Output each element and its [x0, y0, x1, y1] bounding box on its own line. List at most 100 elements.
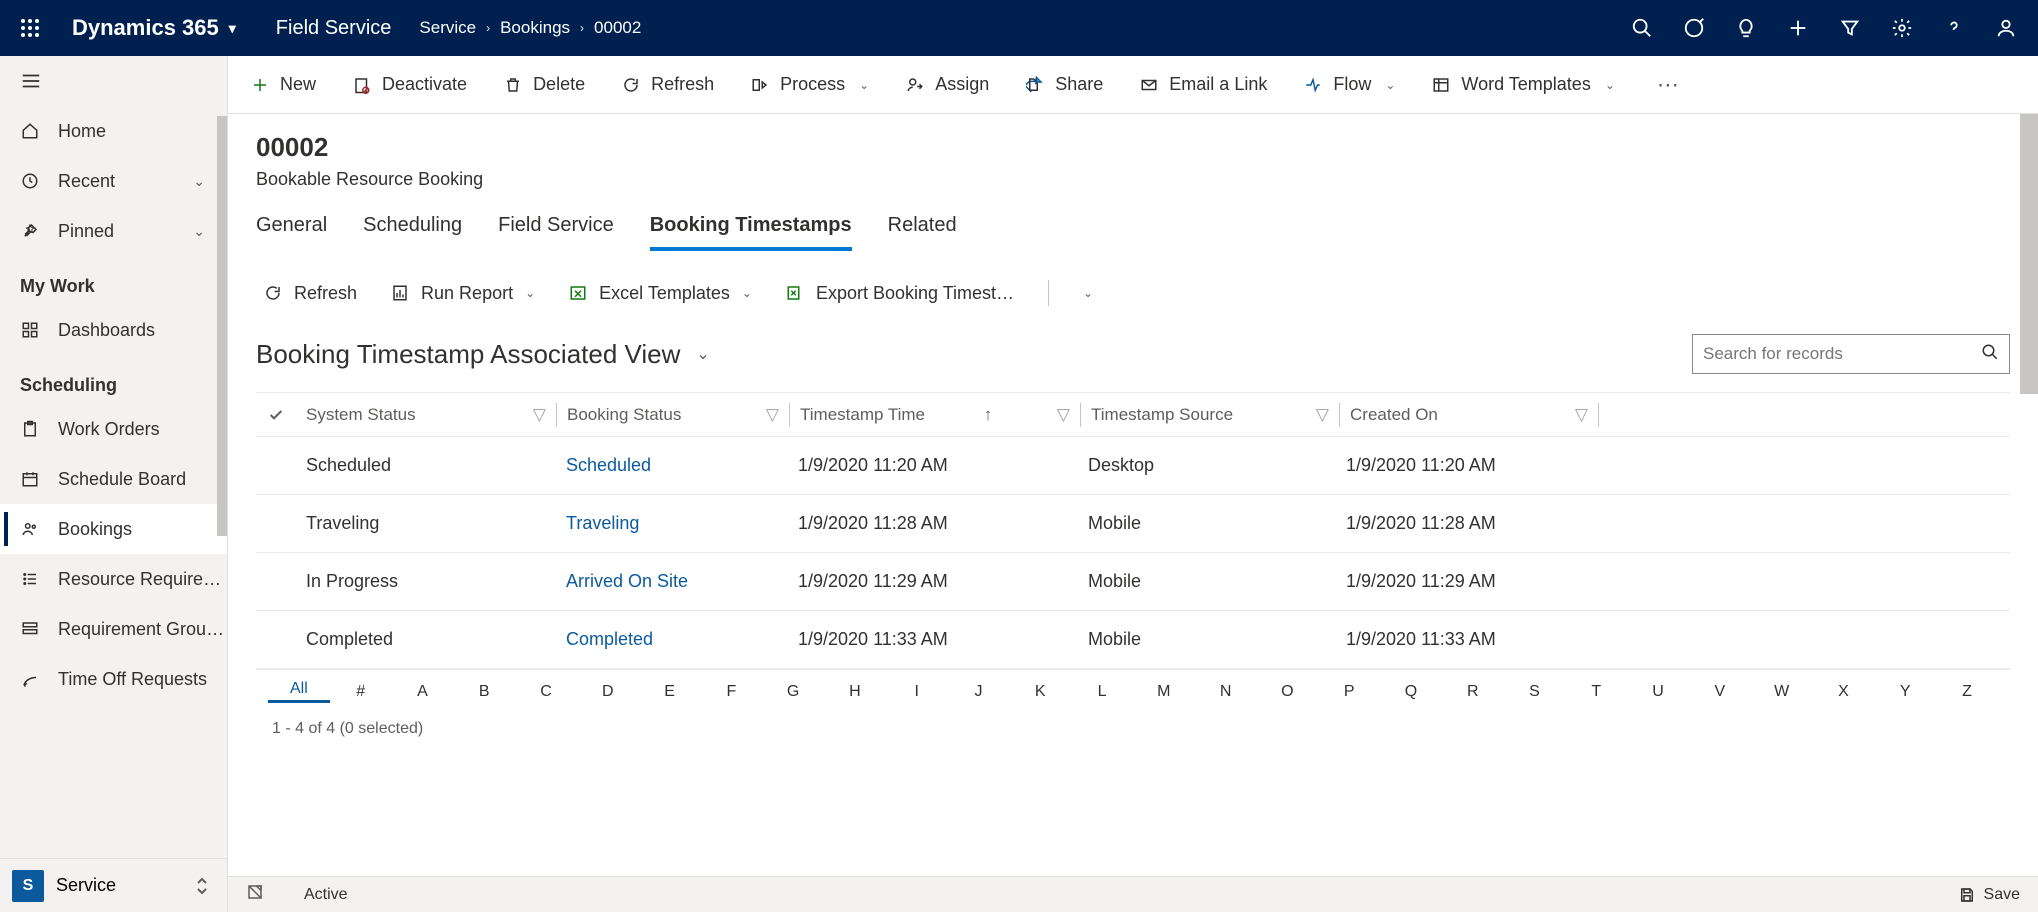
area-switcher-icon[interactable]: [195, 877, 209, 895]
sidebar-footer[interactable]: S Service: [0, 858, 227, 912]
sg-cmd-refresh[interactable]: Refresh: [264, 283, 357, 304]
table-row[interactable]: ScheduledScheduled1/9/2020 11:20 AMDeskt…: [256, 437, 2010, 495]
table-row[interactable]: In ProgressArrived On Site1/9/2020 11:29…: [256, 553, 2010, 611]
filter-icon[interactable]: [1838, 16, 1862, 40]
main-scrollbar[interactable]: [2020, 114, 2038, 394]
alpha-I[interactable]: I: [886, 683, 948, 701]
col-timestamp-time[interactable]: Timestamp Time↑▽: [790, 405, 1080, 425]
alpha-F[interactable]: F: [700, 683, 762, 701]
table-row[interactable]: TravelingTraveling1/9/2020 11:28 AMMobil…: [256, 495, 2010, 553]
help-icon[interactable]: [1942, 16, 1966, 40]
sg-cmd-export[interactable]: Export Booking Timest…: [786, 283, 1014, 304]
view-title[interactable]: Booking Timestamp Associated View ⌄: [256, 339, 710, 370]
alpha-P[interactable]: P: [1318, 683, 1380, 701]
cell-booking-status[interactable]: Traveling: [556, 513, 788, 534]
filter-icon[interactable]: ▽: [1575, 405, 1588, 425]
alpha-N[interactable]: N: [1195, 683, 1257, 701]
alpha-D[interactable]: D: [577, 683, 639, 701]
col-booking-status[interactable]: Booking Status▽: [557, 405, 789, 425]
sidebar-item-resourcereq[interactable]: Resource Require…: [0, 554, 227, 604]
col-timestamp-source[interactable]: Timestamp Source▽: [1081, 405, 1339, 425]
alpha-S[interactable]: S: [1504, 683, 1566, 701]
lightbulb-icon[interactable]: [1734, 16, 1758, 40]
sidebar-item-workorders[interactable]: Work Orders: [0, 404, 227, 454]
search-icon[interactable]: [1981, 343, 1999, 366]
alpha-H[interactable]: H: [824, 683, 886, 701]
sidebar-scrollbar[interactable]: [217, 116, 227, 536]
alpha-C[interactable]: C: [515, 683, 577, 701]
tab-related[interactable]: Related: [888, 214, 957, 251]
cmd-flow[interactable]: Flow⌄: [1303, 74, 1395, 95]
alpha-X[interactable]: X: [1813, 683, 1875, 701]
alpha-Y[interactable]: Y: [1874, 683, 1936, 701]
alpha-A[interactable]: A: [392, 683, 454, 701]
footer-status-icon[interactable]: [246, 883, 264, 906]
alpha-J[interactable]: J: [948, 683, 1010, 701]
alpha-W[interactable]: W: [1751, 683, 1813, 701]
cmd-assign[interactable]: Assign: [905, 74, 989, 95]
brand[interactable]: Dynamics 365 ▾: [72, 15, 236, 41]
sg-cmd-more[interactable]: ⌄: [1083, 286, 1093, 300]
tab-bookingtimestamps[interactable]: Booking Timestamps: [650, 214, 852, 251]
cmd-emaillink[interactable]: Email a Link: [1139, 74, 1267, 95]
sidebar-item-recent[interactable]: Recent ⌄: [0, 156, 227, 206]
alpha-U[interactable]: U: [1627, 683, 1689, 701]
filter-icon[interactable]: ▽: [1316, 405, 1329, 425]
alpha-O[interactable]: O: [1257, 683, 1319, 701]
gear-icon[interactable]: [1890, 16, 1914, 40]
search-box[interactable]: [1692, 334, 2010, 374]
alpha-G[interactable]: G: [762, 683, 824, 701]
sidebar-item-scheduleboard[interactable]: Schedule Board: [0, 454, 227, 504]
cmd-delete[interactable]: Delete: [503, 74, 585, 95]
tab-general[interactable]: General: [256, 214, 327, 251]
alpha-R[interactable]: R: [1442, 683, 1504, 701]
cmd-refresh[interactable]: Refresh: [621, 74, 714, 95]
search-input[interactable]: [1703, 344, 1981, 364]
sg-cmd-runreport[interactable]: Run Report⌄: [391, 283, 535, 304]
filter-icon[interactable]: ▽: [766, 405, 779, 425]
app-name[interactable]: Field Service: [276, 17, 392, 40]
alpha-All[interactable]: All: [268, 680, 330, 703]
app-launcher-icon[interactable]: [12, 10, 48, 46]
cmd-share[interactable]: Share: [1025, 74, 1103, 95]
alpha-E[interactable]: E: [639, 683, 701, 701]
cmd-new[interactable]: New: [250, 74, 316, 95]
sidebar-toggle[interactable]: [0, 56, 227, 106]
plus-icon[interactable]: [1786, 16, 1810, 40]
cmd-wordtemplates[interactable]: Word Templates⌄: [1431, 74, 1614, 95]
cmd-process[interactable]: Process⌄: [750, 74, 869, 95]
sidebar-item-home[interactable]: Home: [0, 106, 227, 156]
breadcrumb-level-2[interactable]: Bookings: [500, 18, 570, 38]
col-created-on[interactable]: Created On▽: [1340, 405, 1598, 425]
sidebar-item-bookings[interactable]: Bookings: [0, 504, 227, 554]
save-button[interactable]: Save: [1958, 886, 2020, 904]
task-icon[interactable]: [1682, 16, 1706, 40]
breadcrumb-level-1[interactable]: Service: [419, 18, 476, 38]
col-system-status[interactable]: System Status▽: [296, 405, 556, 425]
alpha-B[interactable]: B: [453, 683, 515, 701]
sidebar-item-timeoff[interactable]: Time Off Requests: [0, 654, 227, 704]
alpha-L[interactable]: L: [1071, 683, 1133, 701]
filter-icon[interactable]: ▽: [1057, 405, 1070, 425]
sidebar-item-pinned[interactable]: Pinned ⌄: [0, 206, 227, 256]
breadcrumb-level-3[interactable]: 00002: [594, 18, 641, 38]
cell-booking-status[interactable]: Scheduled: [556, 455, 788, 476]
cmd-deactivate[interactable]: Deactivate: [352, 74, 467, 95]
filter-icon[interactable]: ▽: [533, 405, 546, 425]
search-icon[interactable]: [1630, 16, 1654, 40]
sidebar-item-dashboards[interactable]: Dashboards: [0, 305, 227, 355]
alpha-#[interactable]: #: [330, 683, 392, 701]
alpha-K[interactable]: K: [1009, 683, 1071, 701]
select-all-checkbox[interactable]: [256, 407, 296, 423]
alpha-Q[interactable]: Q: [1380, 683, 1442, 701]
cmd-overflow[interactable]: ⋯: [1657, 72, 1681, 98]
cell-booking-status[interactable]: Arrived On Site: [556, 571, 788, 592]
sidebar-item-reqgroups[interactable]: Requirement Grou…: [0, 604, 227, 654]
alpha-T[interactable]: T: [1565, 683, 1627, 701]
cell-booking-status[interactable]: Completed: [556, 629, 788, 650]
alpha-V[interactable]: V: [1689, 683, 1751, 701]
sg-cmd-excel[interactable]: Excel Templates⌄: [569, 283, 752, 304]
alpha-Z[interactable]: Z: [1936, 683, 1998, 701]
tab-fieldservice[interactable]: Field Service: [498, 214, 614, 251]
alpha-M[interactable]: M: [1133, 683, 1195, 701]
